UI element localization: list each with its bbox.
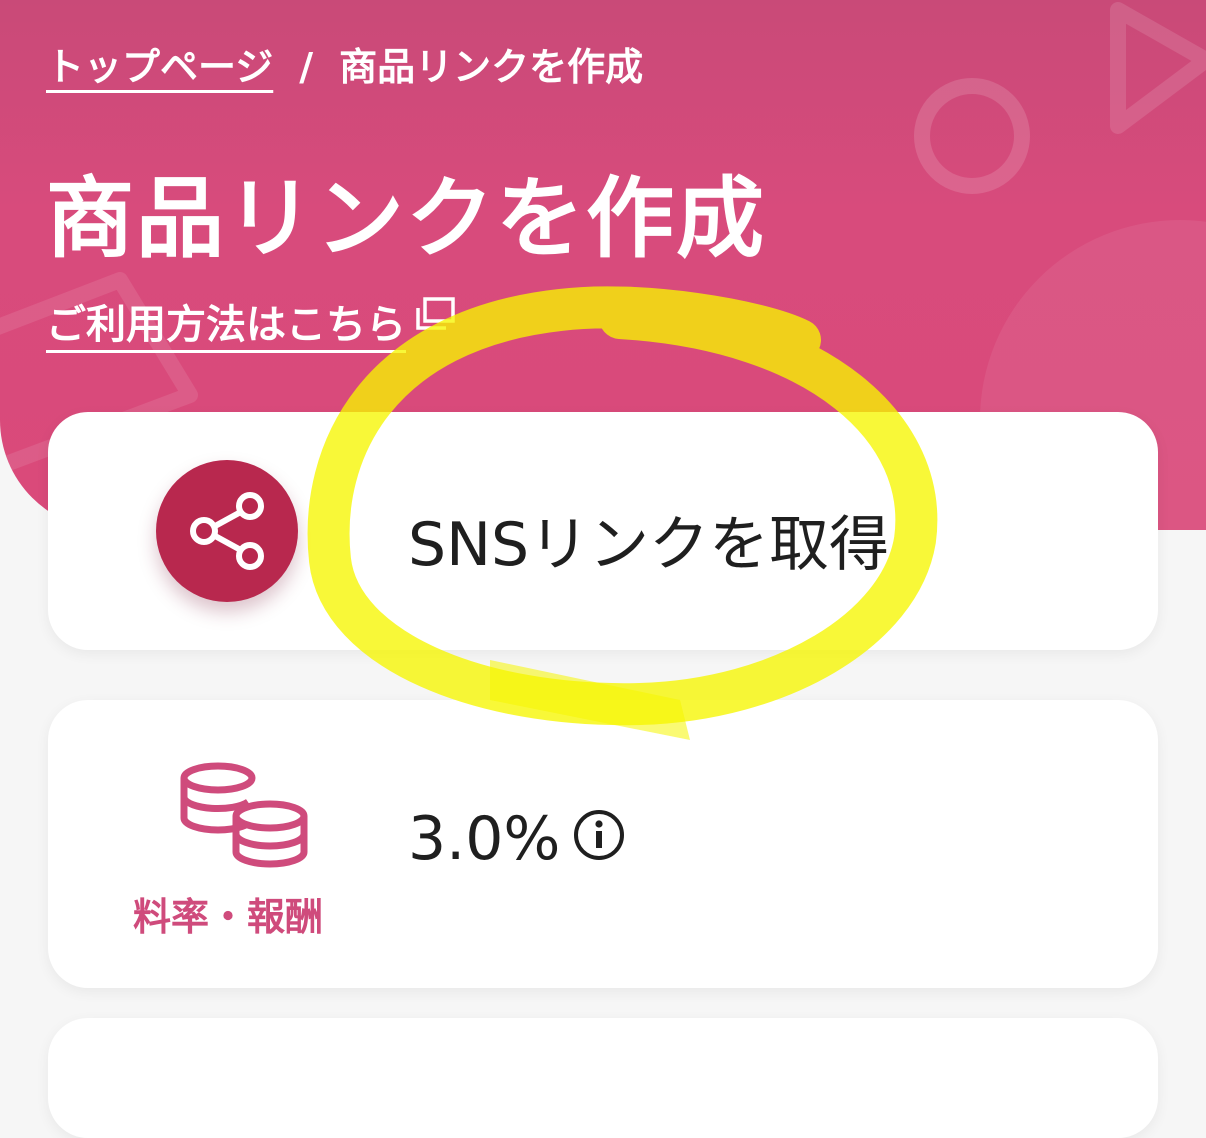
sns-link-label: SNSリンクを取得 xyxy=(408,510,890,580)
external-link-icon xyxy=(412,295,458,347)
breadcrumb-home-link[interactable]: トップページ xyxy=(46,45,273,89)
coins-icon xyxy=(176,762,336,876)
rate-reward-card: 料率・報酬 3.0% xyxy=(48,700,1158,988)
next-card xyxy=(48,1018,1158,1138)
share-button[interactable] xyxy=(156,460,298,602)
breadcrumb: トップページ / 商品リンクを作成 xyxy=(46,36,643,91)
sns-link-card[interactable]: SNSリンクを取得 xyxy=(48,412,1158,650)
help-link-label: ご利用方法はこちら xyxy=(46,302,406,348)
info-icon[interactable] xyxy=(572,808,626,866)
page-title: 商品リンクを作成 xyxy=(46,167,767,270)
help-link[interactable]: ご利用方法はこちら xyxy=(46,292,458,350)
breadcrumb-current: 商品リンクを作成 xyxy=(339,45,644,89)
share-icon xyxy=(190,492,264,570)
rate-value: 3.0% xyxy=(408,804,561,874)
breadcrumb-separator: / xyxy=(299,45,314,89)
rate-reward-caption: 料率・報酬 xyxy=(132,895,323,939)
